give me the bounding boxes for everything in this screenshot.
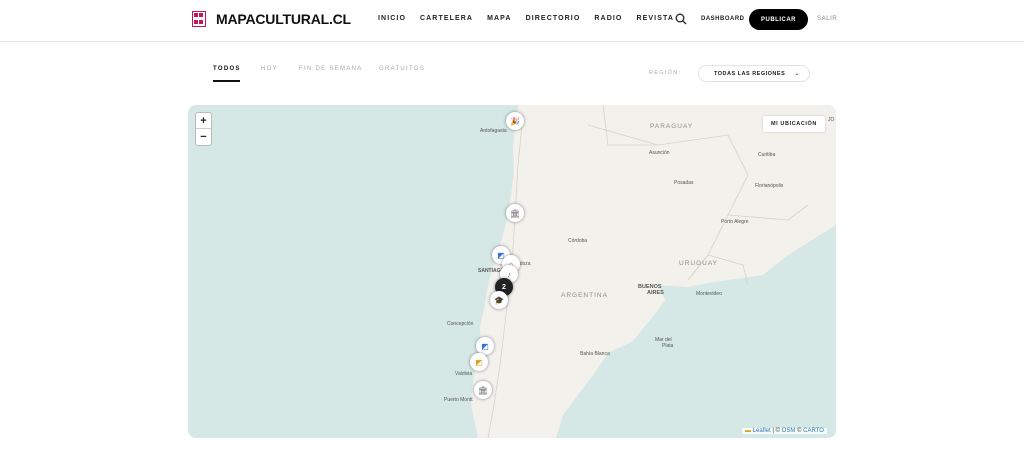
city-label: Valdivia [455,371,473,377]
city-label: Plata [662,343,674,349]
nav-cartelera[interactable]: CARTELERA [420,15,473,22]
theater-masks-icon: ◩ [475,357,483,367]
city-label: Curitiba [758,152,776,158]
music-icon: ♪ [507,269,511,279]
country-label: URUGUAY [679,260,719,267]
filter-bar: TODOS HOY FIN DE SEMANA GRATUITOS REGIÓN… [188,56,836,88]
event-marker[interactable]: 🎓 [490,291,508,309]
zoom-in-button[interactable]: + [196,113,211,129]
city-label: Córdoba [568,238,588,244]
party-icon: 🎉 [510,116,520,126]
active-tab-indicator [213,80,240,82]
main-nav: INICIO CARTELERA MAPA DIRECTORIO RADIO R… [378,15,674,22]
museum-icon: 🏛 [509,208,521,218]
event-marker[interactable]: 🏛 [506,204,524,222]
region-label: REGIÓN: [649,70,682,76]
city-label: Puerto Montt [444,397,473,403]
graduation-cap-icon: 🎓 [494,295,504,305]
city-label: Concepción [447,321,474,327]
map-attribution: ▬ Leaflet | © OSM © CARTO [742,428,827,434]
tab-gratuitos[interactable]: GRATUITOS [379,66,425,72]
country-label: PARAGUAY [650,123,694,130]
attribution-separator: | © [770,428,782,434]
region-select-value: TODAS LAS REGIONES [714,70,786,77]
tab-todos[interactable]: TODOS [213,66,241,72]
region-select[interactable]: TODAS LAS REGIONES ⌄ [698,65,810,82]
dashboard-link[interactable]: DASHBOARD [701,16,745,22]
event-marker[interactable]: ◩ [470,353,488,371]
my-location-button[interactable]: MI UBICACIÓN [763,116,825,132]
city-label: Antofagasta [480,128,507,134]
city-label: Porto Alegre [721,219,749,225]
nav-revista[interactable]: REVISTA [636,15,674,22]
tab-fin-de-semana[interactable]: FIN DE SEMANA [299,66,363,72]
osm-link[interactable]: OSM [782,428,796,434]
city-label: AIRES [647,290,664,296]
event-marker[interactable]: 🏛 [474,381,492,399]
logout-link[interactable]: SALIR [817,16,837,22]
attribution-separator: © [795,428,804,434]
nav-radio[interactable]: RADIO [594,15,622,22]
theater-masks-icon: ◩ [481,341,489,351]
zoom-control: + − [195,112,212,146]
city-label: JO [828,117,835,123]
city-label: Florianópolis [755,183,784,189]
map-view[interactable]: + − MI UBICACIÓN PARAGUAY URUGUAY ARGENT… [188,105,836,438]
logo-text: MAPACULTURAL.CL [216,11,351,27]
publish-button[interactable]: PUBLICAR [749,9,808,30]
museum-icon: 🏛 [477,385,489,395]
country-label: ARGENTINA [561,292,608,299]
city-label: Montevideo [696,291,722,297]
logo-icon [192,11,206,27]
zoom-out-button[interactable]: − [196,129,211,145]
site-header: MAPACULTURAL.CL INICIO CARTELERA MAPA DI… [0,0,1024,42]
city-label: Asunción [649,150,670,156]
search-icon[interactable] [675,13,687,25]
carto-link[interactable]: CARTO [803,428,824,434]
city-label: Bahía Blanca [580,351,610,357]
leaflet-link[interactable]: Leaflet [753,428,771,434]
nav-directorio[interactable]: DIRECTORIO [526,15,581,22]
city-label: Posadas [674,180,694,186]
event-marker[interactable]: 🎉 [506,112,524,130]
chevron-down-icon: ⌄ [794,71,800,77]
nav-mapa[interactable]: MAPA [487,15,512,22]
nav-inicio[interactable]: INICIO [378,15,406,22]
logo[interactable]: MAPACULTURAL.CL [192,11,351,27]
tab-hoy[interactable]: HOY [261,66,278,72]
flag-icon: ▬ [745,428,751,434]
